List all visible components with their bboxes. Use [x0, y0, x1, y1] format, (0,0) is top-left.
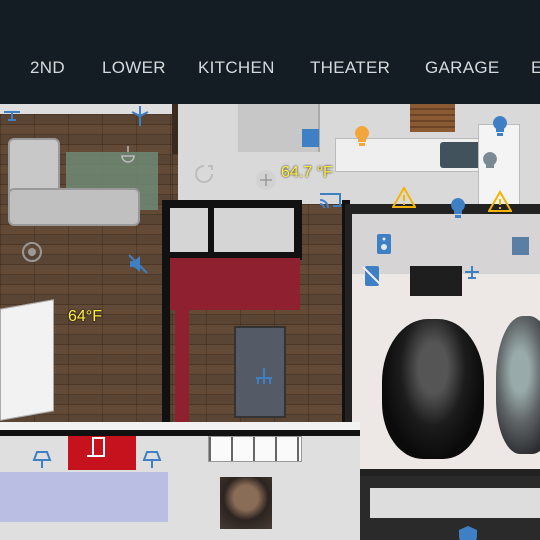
tab-2nd[interactable]: 2ND: [30, 58, 65, 78]
speaker-off-icon[interactable]: [360, 264, 384, 288]
closet-1: [170, 208, 208, 252]
garage-bottom-panel: [370, 488, 540, 518]
ceiling-fan-icon[interactable]: [0, 104, 24, 128]
floor-tabs: 2ND LOWER KITCHEN THEATER GARAGE E: [0, 48, 540, 88]
tab-garage[interactable]: GARAGE: [425, 58, 500, 78]
bottom-rug: [0, 472, 168, 522]
light-bulb-icon[interactable]: [478, 150, 502, 174]
ceiling-light-icon[interactable]: [254, 168, 278, 192]
red-wall-room: [170, 258, 300, 310]
wall-lamp-icon[interactable]: [140, 448, 164, 472]
wall-living-east: [162, 200, 170, 425]
motion-sensor-icon[interactable]: [192, 162, 216, 186]
light-bulb-on-icon[interactable]: [350, 124, 374, 148]
stairs-down: [0, 299, 54, 421]
speaker-off-icon[interactable]: [126, 252, 150, 276]
wall-lamp-icon[interactable]: [30, 448, 54, 472]
floor-plan: 64°F 64.7 °F: [0, 104, 540, 540]
staircase: [410, 104, 455, 132]
car-gray: [496, 316, 540, 454]
bottom-wall-strip: [0, 422, 360, 430]
tab-theater[interactable]: THEATER: [310, 58, 390, 78]
red-wall-side: [175, 274, 189, 424]
kitchen-temperature[interactable]: 64.7 °F: [281, 164, 333, 182]
tab-lower[interactable]: LOWER: [102, 58, 166, 78]
chandelier-icon[interactable]: [116, 144, 140, 168]
door-sensor-icon[interactable]: [298, 126, 322, 150]
window-panel: [208, 436, 302, 462]
sofa-bottom: [8, 188, 140, 226]
speaker-icon[interactable]: [372, 232, 396, 256]
top-navigation-bar: 2ND LOWER KITCHEN THEATER GARAGE E: [0, 0, 540, 104]
wall-closet-top: [162, 200, 302, 208]
shield-icon[interactable]: [456, 524, 480, 540]
door-sensor-icon[interactable]: [508, 234, 532, 258]
garage-camera-snapshot[interactable]: [410, 266, 462, 296]
alert-triangle-icon[interactable]: [488, 190, 512, 214]
chandelier-icon[interactable]: [252, 366, 276, 390]
light-bulb-icon[interactable]: [446, 196, 470, 220]
camera-thumbnail[interactable]: [220, 477, 272, 529]
motion-sensor-icon[interactable]: [20, 240, 44, 264]
closet-2: [214, 208, 294, 252]
cast-icon[interactable]: [318, 188, 342, 212]
door-open-icon[interactable]: [84, 436, 108, 460]
car-black: [382, 319, 484, 459]
living-room-temperature[interactable]: 64°F: [68, 308, 102, 326]
wall-closet-east: [294, 200, 302, 260]
ceiling-fan-icon[interactable]: [128, 104, 152, 128]
tab-more[interactable]: E: [531, 58, 540, 78]
alert-triangle-icon[interactable]: [392, 186, 416, 210]
light-bulb-icon[interactable]: [488, 114, 512, 138]
ceiling-fan-icon[interactable]: [460, 264, 484, 288]
tab-kitchen[interactable]: KITCHEN: [198, 58, 275, 78]
